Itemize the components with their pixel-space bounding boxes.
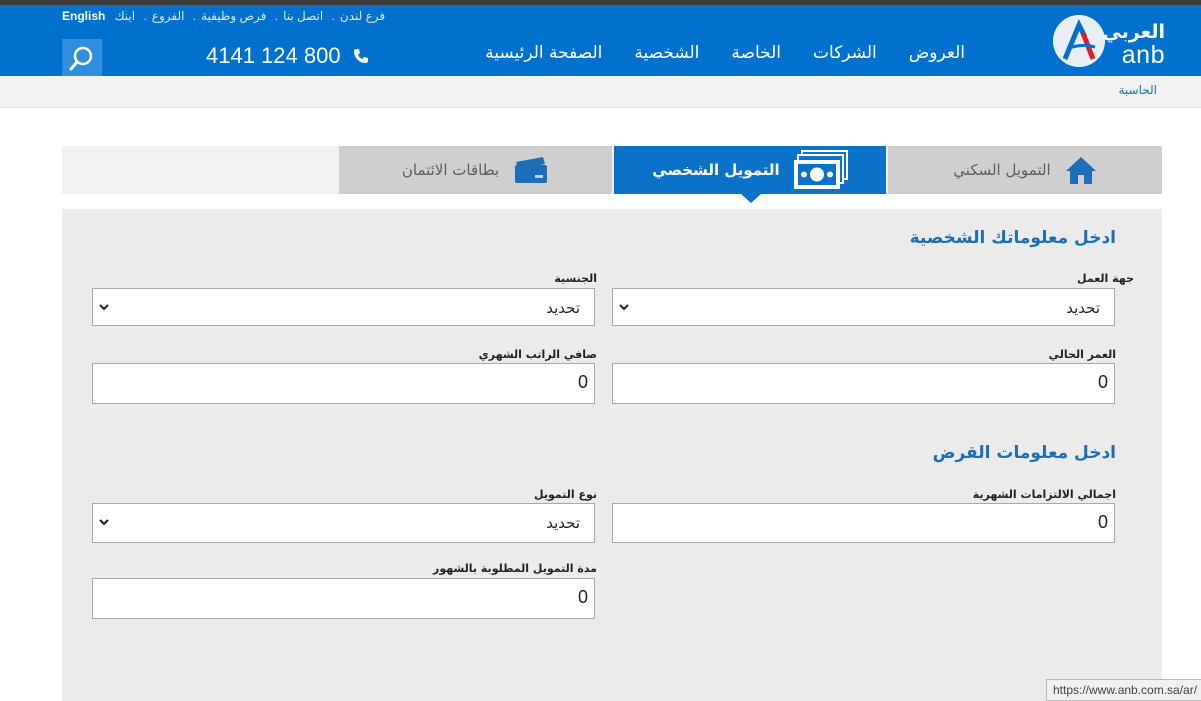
separator: . [143, 9, 147, 23]
anb-logo[interactable]: العربي anb [1053, 15, 1165, 71]
separator: . [331, 9, 335, 23]
finance-type-label: نوع التمويل [534, 488, 597, 501]
utility-links: English فرع لندن. اتصل بنا. فرص وظيفية. … [62, 9, 385, 23]
tab-label: التمويل الشخصي [652, 161, 780, 179]
tab-home-finance[interactable]: التمويل السكني [888, 146, 1162, 194]
age-label: العمر الحالي [1048, 348, 1116, 361]
select-value: تحديد [546, 514, 580, 532]
calculator-form: ادخل معلوماتك الشخصية جهة العمل تحديد ال… [62, 209, 1162, 701]
logo-mark [1053, 15, 1105, 67]
site-header: English فرع لندن. اتصل بنا. فرص وظيفية. … [0, 5, 1201, 77]
browser-status-url: https://www.anb.com.sa/ar/ [1046, 679, 1201, 701]
input-value: 0 [1097, 512, 1108, 532]
employer-select[interactable]: تحديد [612, 288, 1115, 326]
breadcrumb[interactable]: الحاسبة [1118, 83, 1157, 97]
cash-icon [793, 150, 848, 190]
input-value: 0 [1097, 372, 1108, 392]
select-value: تحديد [1066, 299, 1100, 317]
utility-link-branches[interactable]: الفروع [152, 9, 185, 23]
tab-credit-cards[interactable]: بطاقات الائتمان [339, 146, 612, 194]
search-icon [69, 46, 93, 71]
obligations-input[interactable]: 0 [612, 503, 1115, 543]
duration-input[interactable]: 0 [92, 578, 595, 619]
separator: . [192, 9, 197, 23]
salary-label: صافي الراتب الشهري [478, 348, 597, 361]
nav-item-home[interactable]: الصفحة الرئيسية [485, 43, 602, 63]
nav-item-private[interactable]: الخاصة [731, 43, 781, 63]
search-button[interactable] [62, 39, 102, 77]
nav-item-corporate[interactable]: الشركات [813, 43, 877, 63]
phone-number[interactable]: 4141 124 800 [206, 43, 369, 69]
phone-text: 4141 124 800 [206, 43, 341, 68]
tab-personal-finance[interactable]: التمويل الشخصي [614, 146, 886, 203]
home-icon [1065, 155, 1097, 185]
personal-info-heading: ادخل معلوماتك الشخصية [909, 228, 1116, 248]
nationality-select[interactable]: تحديد [92, 288, 595, 326]
chevron-down-icon [99, 304, 109, 311]
utility-link-careers[interactable]: فرص وظيفية [201, 9, 266, 23]
tab-label: التمويل السكني [953, 161, 1051, 179]
duration-label: مدة التمويل المطلوبة بالشهور [432, 562, 597, 575]
select-value: تحديد [546, 299, 580, 317]
utility-link-english[interactable]: English [62, 9, 105, 23]
age-input[interactable]: 0 [612, 363, 1115, 404]
finance-type-select[interactable]: تحديد [92, 503, 595, 543]
employer-label: جهة العمل [1077, 272, 1134, 285]
utility-link-london[interactable]: فرع لندن [340, 9, 385, 23]
chevron-down-icon [619, 304, 629, 311]
nav-item-offers[interactable]: العروض [909, 43, 965, 63]
nav-item-personal[interactable]: الشخصية [634, 43, 699, 63]
separator: . [274, 9, 279, 23]
credit-card-icon [513, 156, 549, 184]
breadcrumb-bar: الحاسبة [0, 76, 1201, 108]
utility-link-inek[interactable]: اينك [115, 9, 135, 23]
phone-icon [353, 49, 368, 63]
logo-text-en: anb [1121, 41, 1165, 69]
main-nav: الصفحة الرئيسية الشخصية الخاصة الشركات ا… [453, 43, 965, 63]
tab-label: بطاقات الائتمان [401, 161, 500, 179]
logo-text-ar: العربي [1102, 21, 1165, 43]
input-value: 0 [577, 587, 588, 607]
obligations-label: اجمالي الالتزامات الشهرية [972, 488, 1116, 501]
loan-info-heading: ادخل معلومات القرض [932, 443, 1116, 463]
salary-input[interactable]: 0 [92, 363, 595, 404]
chevron-down-icon [99, 519, 109, 526]
utility-link-contact[interactable]: اتصل بنا [283, 9, 323, 23]
nationality-label: الجنسية [554, 272, 597, 285]
input-value: 0 [577, 372, 588, 392]
calculator-tabs: التمويل السكني التمويل الشخصي بطاقات الا… [62, 146, 1162, 203]
